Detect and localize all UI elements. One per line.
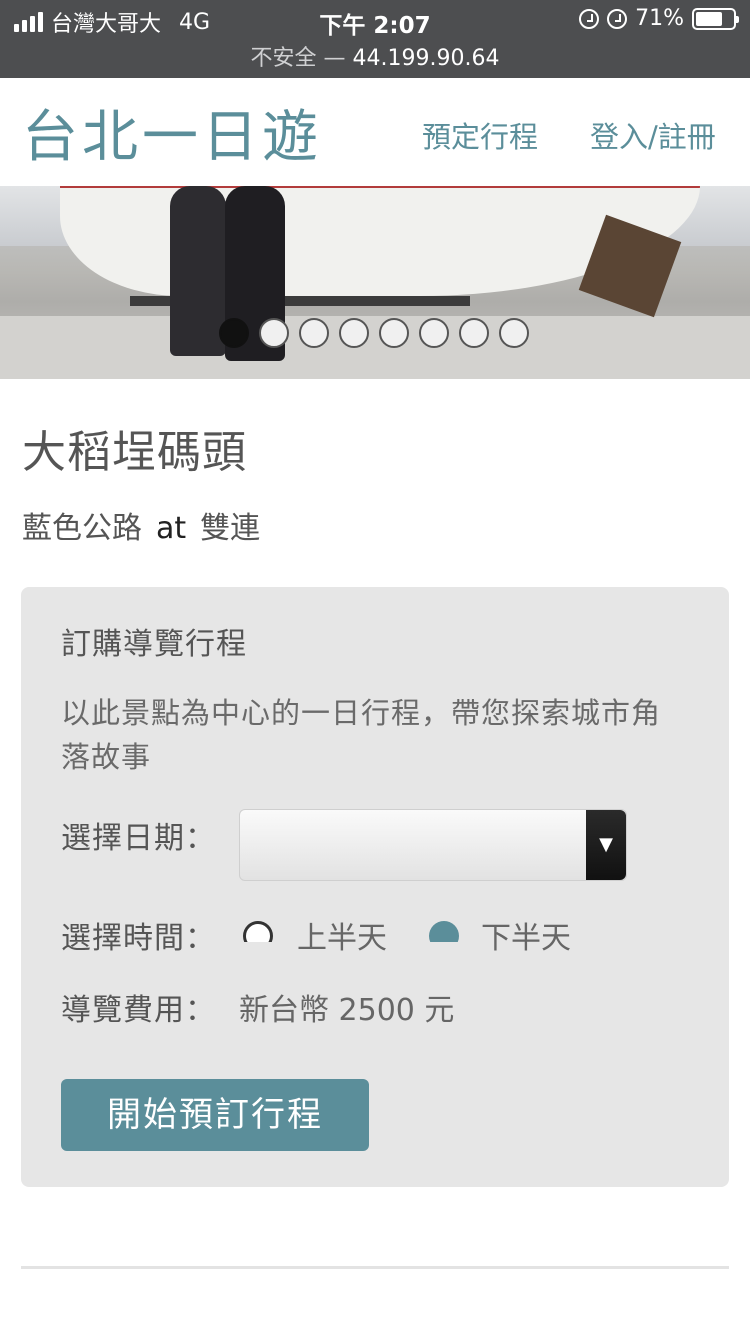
carousel-indicators	[219, 318, 529, 348]
time-label: 選擇時間：	[61, 921, 216, 956]
booking-card: 訂購導覽行程 以此景點為中心的一日行程，帶您探索城市角落故事 選擇日期： ▼ 選…	[21, 587, 729, 1187]
hero-carousel[interactable]	[0, 186, 750, 379]
carousel-dot[interactable]	[299, 318, 329, 348]
url-host: 44.199.90.64	[352, 46, 500, 71]
site-header: 台北一日遊 預定行程 登入/註冊	[0, 78, 750, 186]
security-label: 不安全 —	[250, 46, 346, 71]
battery-fill	[696, 11, 722, 26]
date-select[interactable]: ▼	[239, 809, 627, 881]
status-bar: 台灣大哥大 4G 下午 2:07 71% 不安全 — 44.199.90.64	[0, 0, 750, 78]
alarm-icon	[607, 8, 628, 29]
chevron-down-icon: ▼	[586, 810, 626, 880]
time-option-morning[interactable]: 上半天	[297, 913, 387, 957]
place-name: 大稻埕碼頭	[22, 427, 247, 478]
hero-person	[170, 186, 226, 356]
site-title[interactable]: 台北一日遊	[22, 92, 322, 173]
fee-value: 新台幣 2500 元	[239, 993, 455, 1028]
booking-description: 以此景點為中心的一日行程，帶您探索城市角落故事	[61, 696, 662, 774]
nav-book-tour[interactable]: 預定行程	[422, 114, 538, 156]
time-option-afternoon[interactable]: 下半天	[481, 913, 571, 957]
battery-percent: 71%	[635, 6, 684, 31]
carousel-dot[interactable]	[459, 318, 489, 348]
address-bar[interactable]: 不安全 — 44.199.90.64	[0, 40, 750, 72]
status-right: 71%	[579, 6, 739, 31]
time-radio-morning[interactable]	[243, 921, 273, 942]
carousel-dot[interactable]	[379, 318, 409, 348]
carousel-dot[interactable]	[339, 318, 369, 348]
carousel-dot[interactable]	[259, 318, 289, 348]
fee-label: 導覽費用：	[61, 993, 216, 1028]
place-route: 藍色公路	[22, 511, 142, 546]
divider	[21, 1266, 729, 1269]
start-booking-button[interactable]: 開始預訂行程	[61, 1079, 369, 1151]
carousel-dot[interactable]	[499, 318, 529, 348]
carousel-dot[interactable]	[419, 318, 449, 348]
nav-login-register[interactable]: 登入/註冊	[590, 114, 716, 156]
battery-icon	[692, 7, 739, 30]
date-label: 選擇日期：	[61, 821, 216, 856]
place-location: 藍色公路 at 雙連	[22, 503, 260, 547]
place-area: 雙連	[200, 511, 261, 546]
place-at: at	[156, 511, 187, 546]
booking-title: 訂購導覽行程	[61, 627, 247, 662]
carousel-dot[interactable]	[219, 318, 249, 348]
time-radio-afternoon[interactable]	[429, 921, 459, 942]
rotation-lock-icon	[579, 8, 600, 29]
